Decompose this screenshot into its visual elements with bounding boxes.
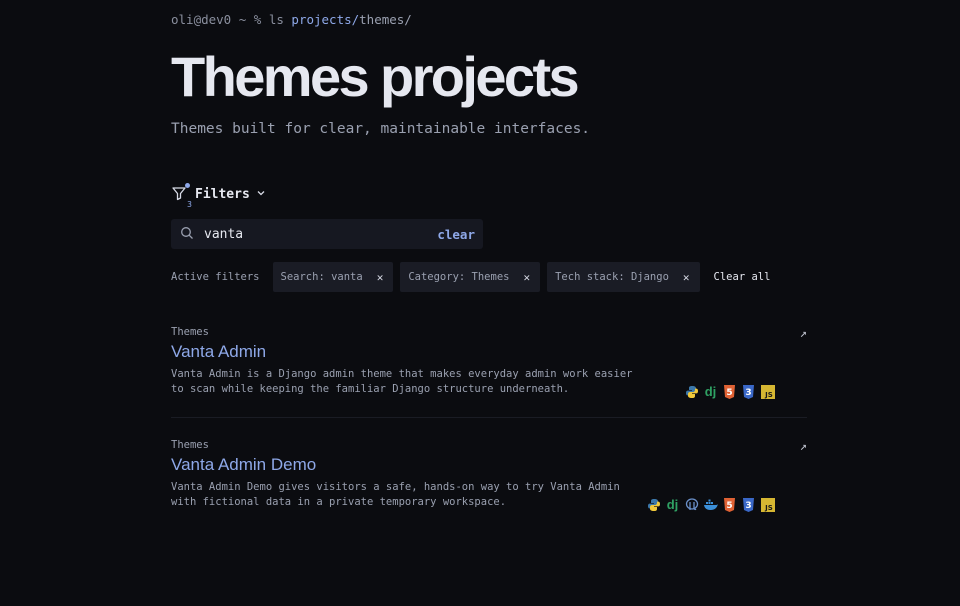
python-icon xyxy=(646,497,661,512)
html5-icon: 5 xyxy=(722,384,737,399)
filters-label: Filters xyxy=(195,186,250,202)
terminal-prompt: oli@dev0 ~ % ls projects/themes/ xyxy=(171,12,412,27)
project-title-link[interactable]: Vanta Admin xyxy=(171,342,807,362)
filter-indicator-dot xyxy=(185,183,190,188)
svg-text:JS: JS xyxy=(764,391,773,399)
filter-icon: 3 xyxy=(171,183,192,209)
page-title: Themes projects xyxy=(171,45,580,108)
external-link-arrow-icon[interactable]: ↗ xyxy=(800,326,807,340)
remove-filter-icon[interactable]: ✕ xyxy=(523,271,530,284)
filter-chip-search: Search: vanta ✕ xyxy=(272,262,394,292)
breadcrumb-projects-link[interactable]: projects/ xyxy=(291,12,359,27)
project-category: Themes xyxy=(171,439,209,451)
filter-chip-category: Category: Themes ✕ xyxy=(400,262,541,292)
javascript-icon: JS xyxy=(760,384,775,399)
active-filters: Active filters Search: vanta ✕ Category:… xyxy=(171,262,770,292)
search-input[interactable] xyxy=(204,226,438,242)
filter-chip-label: Tech stack: Django xyxy=(555,271,669,283)
html5-icon: 5 xyxy=(722,497,737,512)
python-icon xyxy=(684,384,699,399)
project-description: Vanta Admin is a Django admin theme that… xyxy=(171,368,633,395)
page-subtitle: Themes built for clear, maintainable int… xyxy=(171,121,591,137)
django-icon: dj xyxy=(666,497,679,512)
search-clear-button[interactable]: clear xyxy=(437,227,475,242)
filter-chip-label: Category: Themes xyxy=(408,271,510,283)
css3-icon: 3 xyxy=(741,384,756,399)
active-filters-label: Active filters xyxy=(171,271,260,283)
javascript-icon: JS xyxy=(760,497,775,512)
search-icon xyxy=(180,225,194,244)
svg-text:5: 5 xyxy=(726,501,732,511)
remove-filter-icon[interactable]: ✕ xyxy=(683,271,690,284)
filter-count: 3 xyxy=(187,200,192,209)
filter-chip-label: Search: vanta xyxy=(280,271,363,283)
css3-icon: 3 xyxy=(741,497,756,512)
external-link-arrow-icon[interactable]: ↗ xyxy=(800,439,807,453)
project-card: Themes Vanta Admin Demo Vanta Admin Demo… xyxy=(171,439,807,512)
svg-text:JS: JS xyxy=(764,504,773,512)
project-description: Vanta Admin Demo gives visitors a safe, … xyxy=(171,481,620,508)
card-divider xyxy=(171,417,807,418)
django-icon: dj xyxy=(704,384,717,399)
svg-text:5: 5 xyxy=(726,388,732,398)
postgresql-icon xyxy=(684,497,699,512)
project-category: Themes xyxy=(171,326,209,338)
svg-text:3: 3 xyxy=(745,388,751,398)
prompt-user: oli@dev0 ~ % ls xyxy=(171,12,292,27)
tech-stack-icons: dj 5 3 JS xyxy=(646,497,775,512)
tech-stack-icons: dj 5 3 JS xyxy=(684,384,775,399)
search-box: clear xyxy=(171,219,483,249)
remove-filter-icon[interactable]: ✕ xyxy=(377,271,384,284)
svg-text:3: 3 xyxy=(745,501,751,511)
filters-toggle-button[interactable]: 3 Filters xyxy=(171,183,266,209)
project-card: Themes Vanta Admin Vanta Admin is a Djan… xyxy=(171,326,807,399)
project-title-link[interactable]: Vanta Admin Demo xyxy=(171,455,807,475)
chevron-down-icon xyxy=(256,187,266,202)
docker-icon xyxy=(703,497,718,512)
clear-all-filters-button[interactable]: Clear all xyxy=(714,271,771,283)
breadcrumb-themes: themes/ xyxy=(359,12,412,27)
filter-chip-tech-stack: Tech stack: Django ✕ xyxy=(547,262,700,292)
